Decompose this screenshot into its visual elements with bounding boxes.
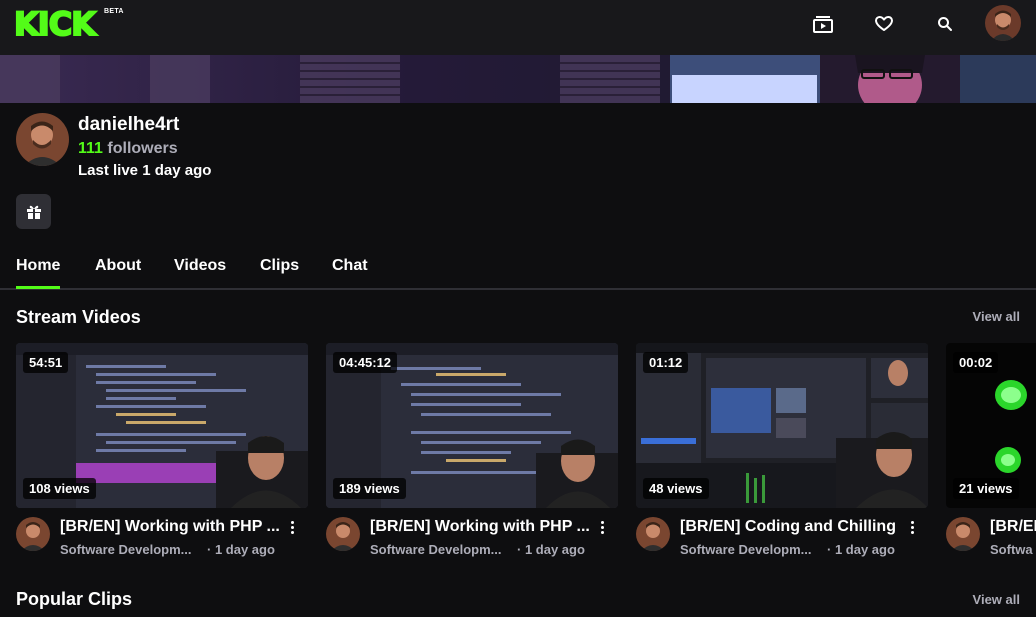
video-time: · 1 day ago [827, 542, 895, 557]
user-avatar[interactable] [985, 5, 1021, 41]
video-thumbnail[interactable]: 54:51 108 views [16, 343, 308, 508]
channel-avatar [16, 113, 69, 166]
video-card[interactable]: 00:02 21 views [BR/EN Softwa [946, 343, 1036, 573]
channel-tabs: Home About Videos Clips Chat [0, 250, 1036, 290]
tab-clips[interactable]: Clips [260, 257, 299, 275]
active-tab-indicator [16, 286, 60, 289]
more-options-icon[interactable] [911, 521, 915, 535]
video-views: 48 views [643, 478, 709, 499]
last-live-text: Last live 1 day ago [78, 162, 212, 179]
card-avatar[interactable] [946, 517, 980, 551]
video-duration: 04:45:12 [333, 352, 398, 373]
video-time: · 1 day ago [207, 542, 275, 557]
tab-home[interactable]: Home [16, 257, 60, 275]
video-duration: 00:02 [953, 352, 999, 373]
followers-label: followers [107, 140, 178, 157]
video-title[interactable]: [BR/EN] Coding and Chilling [680, 518, 900, 536]
more-options-icon[interactable] [291, 521, 295, 535]
gift-button[interactable] [16, 194, 51, 229]
stream-videos-view-all[interactable]: View all [973, 309, 1020, 324]
video-category[interactable]: Softwa [990, 542, 1036, 557]
video-views: 189 views [333, 478, 406, 499]
search-icon[interactable] [932, 11, 958, 37]
video-title[interactable]: [BR/EN [990, 518, 1036, 536]
gift-icon [26, 205, 41, 219]
channel-banner [0, 55, 1036, 103]
video-category[interactable]: Software Developm... [60, 542, 191, 557]
logo-text: KICK [13, 5, 97, 43]
video-thumbnail[interactable]: 01:12 48 views [636, 343, 928, 508]
video-time: · 1 day ago [517, 542, 585, 557]
video-title[interactable]: [BR/EN] Working with PHP ... [60, 518, 280, 536]
video-title[interactable]: [BR/EN] Working with PHP ... [370, 518, 590, 536]
card-avatar[interactable] [16, 517, 50, 551]
tab-chat[interactable]: Chat [332, 257, 368, 275]
card-avatar[interactable] [326, 517, 360, 551]
followers-number: 111 [78, 140, 103, 157]
video-category[interactable]: Software Developm... [680, 542, 811, 557]
channel-username: danielhe4rt [78, 114, 180, 135]
stream-videos-title: Stream Videos [16, 307, 141, 327]
video-thumbnail[interactable]: 04:45:12 189 views [326, 343, 618, 508]
card-avatar[interactable] [636, 517, 670, 551]
video-category[interactable]: Software Developm... [370, 542, 501, 557]
video-thumbnail[interactable]: 00:02 21 views [946, 343, 1036, 508]
followers-count: 111 followers [78, 140, 178, 158]
popular-clips-title: Popular Clips [16, 589, 133, 609]
video-duration: 01:12 [643, 352, 689, 373]
video-views: 21 views [953, 478, 1019, 499]
beta-badge: BETA [104, 8, 124, 15]
top-bar: KICK BETA [0, 0, 1036, 55]
video-views: 108 views [23, 478, 96, 499]
video-duration: 54:51 [23, 352, 69, 373]
popular-clips-view-all[interactable]: View all [973, 592, 1020, 607]
heart-icon[interactable] [871, 11, 897, 37]
tab-videos[interactable]: Videos [174, 257, 226, 275]
tab-about[interactable]: About [95, 257, 141, 275]
more-options-icon[interactable] [601, 521, 605, 535]
kick-logo[interactable]: KICK BETA [13, 5, 124, 43]
following-icon[interactable] [810, 11, 836, 37]
